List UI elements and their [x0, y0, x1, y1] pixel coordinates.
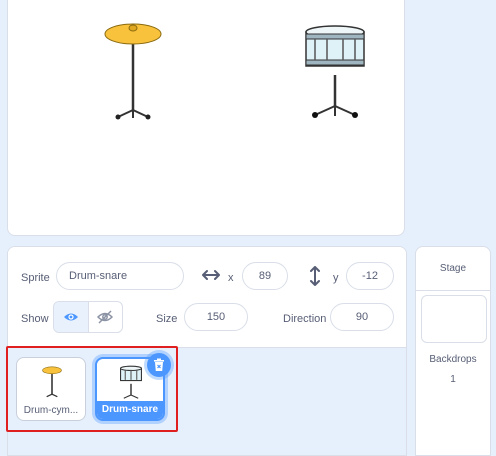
size-label: Size	[156, 313, 178, 325]
cymbal-sprite-stage[interactable]	[98, 14, 168, 122]
stage-panel-title: Stage	[416, 247, 490, 291]
sprite-name-input[interactable]: Drum-snare	[56, 262, 184, 290]
sprite-tile-drum-cymbal[interactable]: Drum-cym...	[16, 357, 86, 421]
stage-selector-panel[interactable]: Stage Backdrops 1	[415, 246, 491, 456]
x-input[interactable]: 89	[242, 262, 288, 290]
y-input[interactable]: -12	[346, 262, 394, 290]
direction-input[interactable]: 90	[330, 303, 394, 331]
show-visible-button[interactable]	[54, 302, 89, 332]
size-input[interactable]: 150	[184, 303, 248, 331]
cymbal-thumbnail	[42, 366, 62, 398]
delete-sprite-button[interactable]	[147, 353, 171, 377]
show-toggle-group	[53, 301, 123, 333]
sprite-label: Sprite	[21, 272, 50, 284]
show-hidden-button[interactable]	[89, 302, 123, 332]
x-arrows-icon	[202, 270, 220, 280]
stage-canvas[interactable]	[7, 0, 405, 236]
sprite-list: Drum-cym... Drum-snare	[8, 347, 406, 455]
y-label: y	[333, 272, 339, 284]
backdrops-count: 1	[450, 374, 456, 385]
stage-thumbnail[interactable]	[421, 295, 487, 343]
x-label: x	[228, 272, 234, 284]
direction-label: Direction	[283, 313, 327, 325]
eye-slash-icon	[97, 310, 114, 324]
sprite-tile-name: Drum-snare	[97, 401, 163, 419]
backdrops-label: Backdrops	[429, 354, 477, 365]
sprite-tile-name: Drum-cym...	[23, 405, 79, 416]
snare-sprite-stage[interactable]	[303, 20, 367, 120]
eye-icon	[63, 313, 78, 321]
sprite-info: Sprite Drum-snare x 89 y -12 Show Size 1…	[8, 247, 406, 347]
y-arrows-icon	[310, 266, 320, 286]
show-label: Show	[21, 313, 49, 325]
trash-icon	[154, 358, 164, 371]
sprite-panel: Sprite Drum-snare x 89 y -12 Show Size 1…	[7, 246, 407, 456]
snare-thumbnail	[120, 365, 142, 399]
